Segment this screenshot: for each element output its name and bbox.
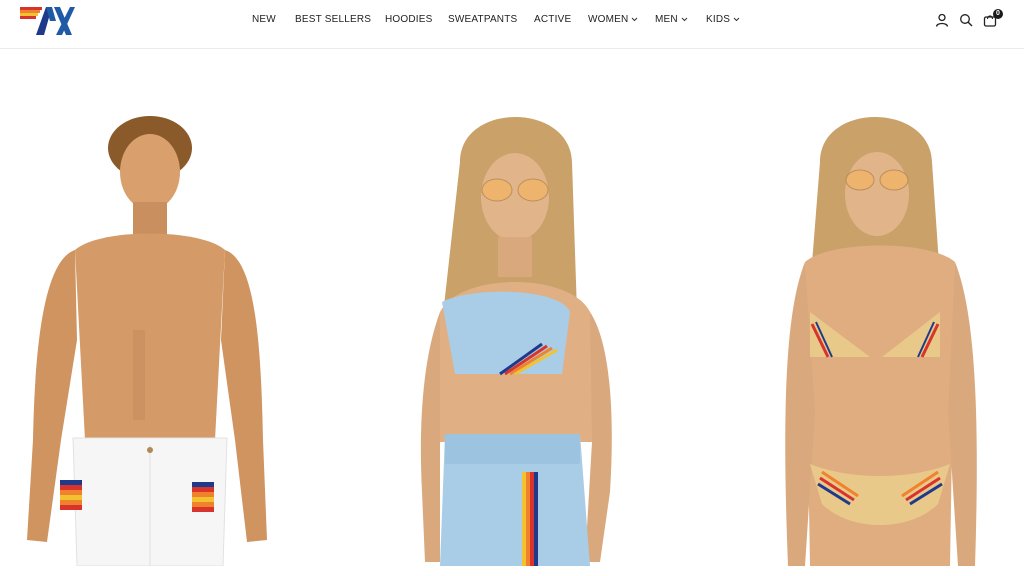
nav-item-men[interactable]: MEN [655, 14, 688, 25]
search-icon[interactable] [959, 13, 975, 29]
nav-item-active[interactable]: ACTIVE [534, 14, 571, 25]
chevron-down-icon [632, 17, 638, 22]
nav-item-label: KIDS [706, 14, 731, 25]
cart-button[interactable]: 0 [983, 9, 1003, 29]
nav-item-label: MEN [655, 14, 678, 25]
product-image-women-active-set[interactable] [400, 112, 630, 566]
chevron-down-icon [681, 17, 688, 22]
nav-item-hoodies[interactable]: HOODIES [385, 14, 433, 25]
nav-item-women[interactable]: WOMEN [588, 14, 638, 25]
account-icon[interactable] [935, 13, 951, 29]
nav-item-label: WOMEN [588, 14, 629, 25]
cart-count-badge: 0 [993, 9, 1003, 19]
main-nav: NEW BEST SELLERS HOODIES SWEATPANTS ACTI… [0, 0, 1024, 42]
nav-item-new[interactable]: NEW [252, 14, 276, 25]
product-image-men-shorts[interactable] [15, 110, 270, 566]
nav-item-sweatpants[interactable]: SWEATPANTS [448, 14, 517, 25]
chevron-down-icon [733, 17, 740, 22]
site-header: NEW BEST SELLERS HOODIES SWEATPANTS ACTI… [0, 0, 1024, 49]
nav-item-kids[interactable]: KIDS [706, 14, 740, 25]
product-image-women-bikini[interactable] [770, 112, 990, 566]
nav-item-best-sellers[interactable]: BEST SELLERS [295, 14, 371, 25]
